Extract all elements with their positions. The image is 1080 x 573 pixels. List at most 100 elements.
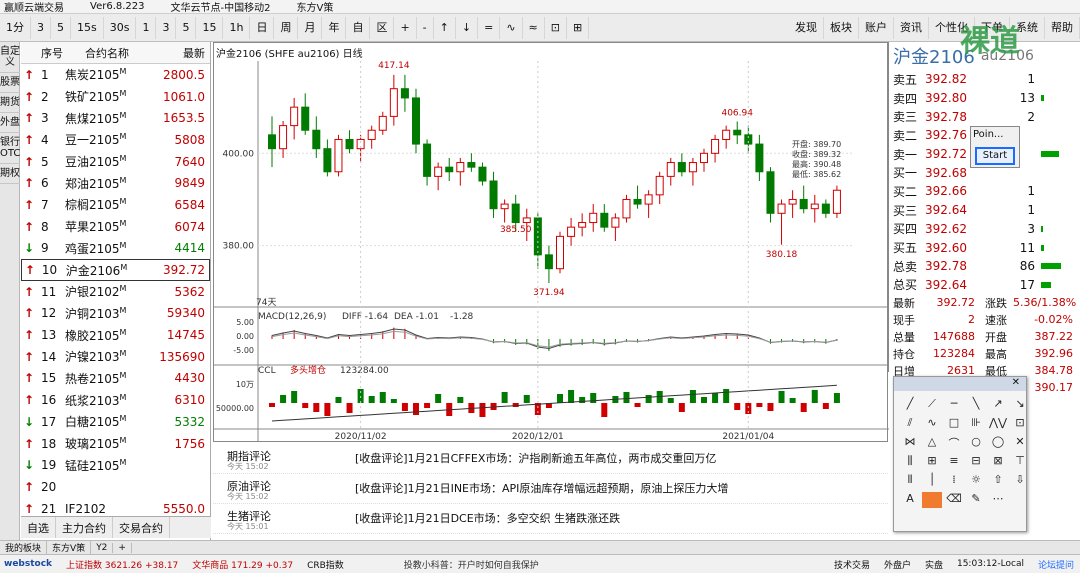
status-real[interactable]: 实盘: [925, 558, 943, 571]
color-icon[interactable]: [922, 492, 942, 508]
bottom-tab-3[interactable]: +: [113, 542, 132, 553]
toolbar-button-19[interactable]: ↓: [456, 16, 479, 39]
toolbar-button-20[interactable]: =: [478, 16, 501, 39]
toolbar-button-17[interactable]: -: [417, 16, 434, 39]
ray-icon[interactable]: ⟋: [922, 397, 942, 413]
book-price[interactable]: 392.64: [925, 203, 977, 217]
toolbar-button-0[interactable]: 1分: [0, 16, 31, 39]
col-name[interactable]: 合约名称: [65, 45, 151, 61]
quote-row[interactable]: ↑ 16 纸浆2103M 6310: [21, 389, 210, 411]
close-icon[interactable]: ✕: [1012, 377, 1020, 388]
bottom-tab-2[interactable]: Y2: [91, 542, 114, 553]
book-price[interactable]: 392.78: [925, 110, 977, 124]
status-outer[interactable]: 外盘户: [884, 558, 911, 571]
status-index-2[interactable]: 文华商品 171.29 +0.37: [192, 558, 293, 571]
vtab-5[interactable]: 期权: [0, 164, 20, 184]
pen-icon[interactable]: ✎: [966, 492, 986, 508]
news-headline[interactable]: [收盘评论]1月21日INE市场：API原油库存增幅远超预期，原油上探压力大增: [355, 480, 728, 496]
zigzag-icon[interactable]: ⋀⋁: [988, 416, 1008, 432]
book-price[interactable]: 392.62: [925, 222, 977, 236]
col-price[interactable]: 最新: [151, 45, 209, 61]
levels-icon[interactable]: ≡: [944, 454, 964, 470]
book-price[interactable]: 392.80: [925, 91, 977, 105]
news-headline[interactable]: [收盘评论]1月21日CFFEX市场：沪指刷新逾五年高位，两市成交重回万亿: [355, 450, 716, 466]
quote-row[interactable]: ↑ 12 沪铜2103M 59340: [21, 303, 210, 325]
toolbar-button-14[interactable]: 自: [346, 16, 371, 39]
menu-item-7[interactable]: 帮助: [1045, 16, 1080, 39]
book-price[interactable]: 392.66: [925, 184, 977, 198]
quote-row[interactable]: ↑ 5 豆油2105M 7640: [21, 151, 210, 173]
menu-item-1[interactable]: 板块: [824, 16, 859, 39]
more-icon[interactable]: ⋯: [988, 492, 1008, 508]
quote-tab-0[interactable]: 自选: [21, 517, 56, 538]
quote-tab-2[interactable]: 交易合约: [113, 517, 170, 538]
up-icon[interactable]: ⇧: [988, 473, 1008, 489]
toolbar-button-16[interactable]: +: [394, 16, 417, 39]
toolbar-button-13[interactable]: 年: [322, 16, 347, 39]
status-index-1[interactable]: 上证指数 3621.26 +38.17: [66, 558, 178, 571]
bottom-tab-1[interactable]: 东方V策: [47, 541, 92, 554]
toolbar-button-18[interactable]: ↑: [434, 16, 456, 39]
status-index-3[interactable]: CRB指数: [307, 558, 344, 571]
vtab-3[interactable]: 外盘: [0, 113, 20, 133]
vline-icon[interactable]: │: [922, 473, 942, 489]
quote-row[interactable]: ↓ 19 锰硅2105M: [21, 454, 210, 476]
toolbar-button-6[interactable]: 3: [156, 16, 177, 39]
toolbar-button-23[interactable]: ⊡: [545, 16, 567, 39]
toolbar-button-1[interactable]: 3: [31, 16, 51, 39]
quote-row[interactable]: ↑ 8 苹果2105M 6074: [21, 216, 210, 238]
quote-row[interactable]: ↑ 10 沪金2106M 392.72: [21, 259, 210, 281]
book-price[interactable]: 392.64: [925, 278, 977, 292]
vtab-1[interactable]: 股票: [0, 73, 20, 93]
toolbar-button-7[interactable]: 5: [176, 16, 197, 39]
dots-icon[interactable]: ⁞: [944, 473, 964, 489]
quote-row[interactable]: ↓ 9 鸡蛋2105M 4414: [21, 238, 210, 260]
toolbar-button-9[interactable]: 1h: [223, 16, 251, 39]
book-price[interactable]: 392.78: [925, 259, 977, 273]
quote-row[interactable]: ↑ 11 沪银2102M 5362: [21, 281, 210, 303]
sun-icon[interactable]: ☼: [966, 473, 986, 489]
quote-row[interactable]: ↑ 3 焦煤2105M 1653.5: [21, 107, 210, 129]
book-price[interactable]: 392.60: [925, 241, 977, 255]
strategy-tab[interactable]: 东方V策: [296, 0, 333, 14]
vtab-0[interactable]: 自定义: [0, 42, 20, 73]
toolbar-button-2[interactable]: 5: [51, 16, 71, 39]
toolbar-button-8[interactable]: 15: [196, 16, 224, 39]
quote-row[interactable]: ↑ 2 铁矿2105M 1061.0: [21, 86, 210, 108]
toolbar-button-11[interactable]: 周: [274, 16, 299, 39]
toolbar-button-15[interactable]: 区: [370, 16, 395, 39]
quote-row[interactable]: ↑ 7 棕榈2105M 6584: [21, 194, 210, 216]
gann-icon[interactable]: ⋈: [900, 435, 920, 451]
quote-row[interactable]: ↑ 6 郑油2105M 9849: [21, 172, 210, 194]
text-icon[interactable]: A: [900, 492, 920, 508]
toolbar-button-24[interactable]: ⊞: [567, 16, 590, 39]
ellipse-icon[interactable]: ◯: [988, 435, 1008, 451]
forum-link[interactable]: 论坛提问: [1038, 558, 1074, 571]
segment-icon[interactable]: ╲: [966, 397, 986, 413]
news-item[interactable]: 原油评论 今天 15:02 [收盘评论]1月21日INE市场：API原油库存增幅远超…: [213, 474, 888, 504]
arrow-down-icon[interactable]: ↘: [1010, 397, 1030, 413]
quote-row[interactable]: ↑ 13 橡胶2105M 14745: [21, 324, 210, 346]
col-no[interactable]: 序号: [21, 45, 65, 61]
hline-icon[interactable]: ─: [944, 397, 964, 413]
chart-svg[interactable]: 400.00380.0074天417.14385.50406.94371.943…: [214, 43, 889, 443]
vtab-2[interactable]: 期货: [0, 93, 20, 113]
menu-item-2[interactable]: 账户: [859, 16, 894, 39]
start-button[interactable]: Start: [975, 147, 1015, 165]
quote-tab-1[interactable]: 主力合约: [56, 517, 113, 538]
book-price[interactable]: 392.82: [925, 72, 977, 86]
triangle-icon[interactable]: △: [922, 435, 942, 451]
vlines-icon[interactable]: ⦀: [900, 473, 920, 489]
toolbar-button-3[interactable]: 15s: [71, 16, 104, 39]
rect-icon[interactable]: □: [944, 416, 964, 432]
bar-icon[interactable]: ⫼: [900, 454, 920, 470]
arrow-icon[interactable]: ↗: [988, 397, 1008, 413]
cycle-icon[interactable]: ⊡: [1010, 416, 1030, 432]
quote-row[interactable]: ↓ 17 白糖2105M 5332: [21, 411, 210, 433]
down-icon[interactable]: ⇩: [1010, 473, 1030, 489]
quote-row[interactable]: ↑ 15 热卷2105M 4430: [21, 368, 210, 390]
quote-row[interactable]: ↑ 20: [21, 476, 210, 498]
news-item[interactable]: 生猪评论 今天 15:01 [收盘评论]1月21日DCE市场：多空交织 生猪跌涨还跌: [213, 504, 888, 534]
status-tech[interactable]: 技术交易: [834, 558, 870, 571]
kline-chart[interactable]: 沪金2106 (SHFE au2106) 日线 400.00 380.00 74天 4…: [213, 42, 889, 443]
